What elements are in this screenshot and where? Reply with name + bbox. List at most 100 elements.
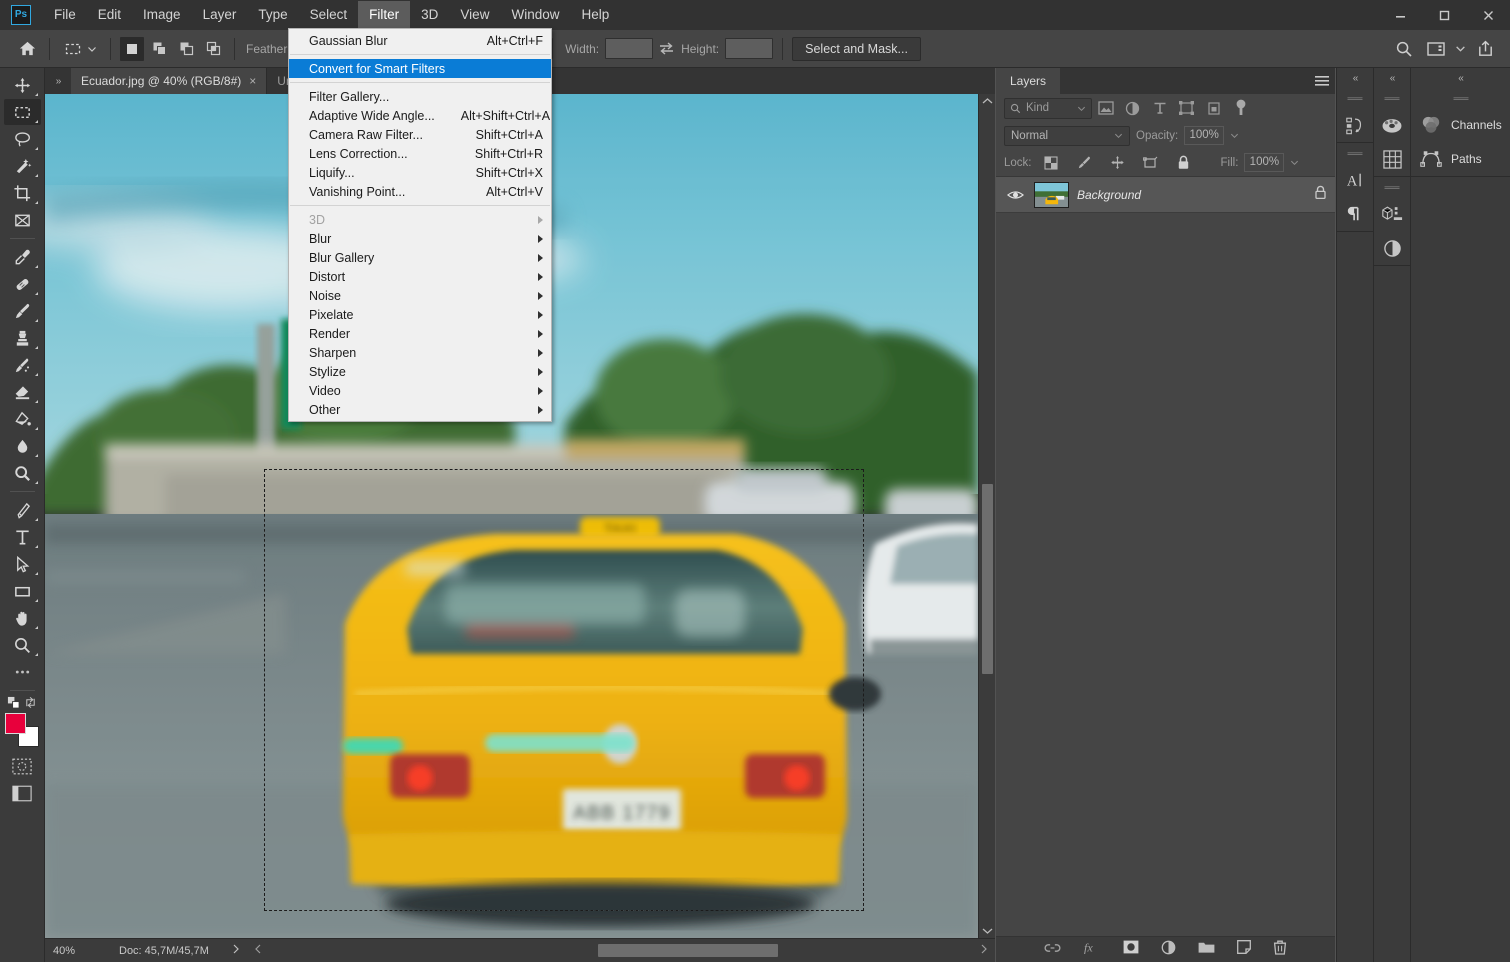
menu-image[interactable]: Image — [132, 1, 192, 30]
screen-mode-icon[interactable] — [4, 780, 41, 806]
quick-mask-icon[interactable] — [4, 753, 41, 779]
menu-item-3d[interactable]: 3D — [289, 210, 551, 229]
rail-grip[interactable] — [1337, 143, 1373, 163]
menu-item-distort[interactable]: Distort — [289, 267, 551, 286]
intersect-with-selection-button[interactable] — [201, 37, 225, 61]
shape-layers-filter-icon[interactable] — [1173, 97, 1200, 119]
menu-item-stylize[interactable]: Stylize — [289, 362, 551, 381]
menu-filter[interactable]: Filter — [358, 0, 411, 30]
menu-item-lens-correction[interactable]: Lens Correction... Shift+Ctrl+R — [289, 144, 551, 163]
panel-menu-icon[interactable] — [1309, 68, 1335, 94]
menu-item-sharpen[interactable]: Sharpen — [289, 343, 551, 362]
close-button[interactable] — [1466, 0, 1510, 30]
tab-layers[interactable]: Layers — [996, 68, 1061, 94]
collapse-to-icons-icon[interactable]: « — [1411, 68, 1510, 88]
collapse-panel-icon[interactable]: » — [45, 68, 71, 94]
menu-item-blur[interactable]: Blur — [289, 229, 551, 248]
default-colors-icon[interactable] — [7, 696, 20, 709]
eraser-tool[interactable] — [4, 379, 41, 405]
menu-item-filter-gallery[interactable]: Filter Gallery... — [289, 87, 551, 106]
crop-tool[interactable] — [4, 180, 41, 206]
rectangle-tool[interactable] — [4, 578, 41, 604]
layer-visibility-eye-icon[interactable] — [1004, 189, 1026, 201]
menu-item-render[interactable]: Render — [289, 324, 551, 343]
tool-preset-picker[interactable] — [59, 39, 101, 59]
menu-select[interactable]: Select — [299, 1, 359, 30]
dodge-tool[interactable] — [4, 460, 41, 486]
adjustment-layers-filter-icon[interactable] — [1119, 97, 1146, 119]
fill-chevron-down-icon[interactable] — [1290, 158, 1299, 167]
lock-position-icon[interactable] — [1104, 152, 1131, 174]
gradient-tool[interactable] — [4, 406, 41, 432]
rail-item-channels[interactable]: Channels — [1411, 108, 1510, 142]
menu-item-blur-gallery[interactable]: Blur Gallery — [289, 248, 551, 267]
layer-style-fx-icon[interactable]: fx — [1083, 940, 1101, 959]
add-layer-mask-icon[interactable] — [1123, 940, 1139, 959]
chevron-down-icon[interactable] — [1455, 43, 1466, 54]
minimize-button[interactable] — [1378, 0, 1422, 30]
document-tab-ecuador[interactable]: Ecuador.jpg @ 40% (RGB/8#) × — [71, 68, 268, 94]
menu-item-pixelate[interactable]: Pixelate — [289, 305, 551, 324]
menu-layer[interactable]: Layer — [192, 1, 248, 30]
smart-object-filter-icon[interactable] — [1200, 97, 1227, 119]
magic-wand-tool[interactable] — [4, 153, 41, 179]
zoom-tool[interactable] — [4, 632, 41, 658]
new-adjustment-layer-icon[interactable] — [1161, 940, 1176, 960]
swap-colors-icon[interactable] — [24, 696, 37, 709]
menu-view[interactable]: View — [449, 1, 500, 30]
share-icon[interactable] — [1472, 36, 1498, 62]
canvas-vertical-scrollbar[interactable] — [978, 94, 995, 938]
collapse-to-icons-icon[interactable]: « — [1337, 68, 1373, 88]
layer-thumbnail[interactable] — [1034, 181, 1069, 208]
lock-image-pixels-icon[interactable] — [1071, 152, 1098, 174]
new-group-icon[interactable] — [1198, 941, 1215, 959]
menu-item-gaussian-blur[interactable]: Gaussian Blur Alt+Ctrl+F — [289, 31, 551, 50]
menu-type[interactable]: Type — [247, 1, 298, 30]
menu-item-other[interactable]: Other — [289, 400, 551, 419]
rectangular-marquee-selection[interactable] — [264, 469, 864, 911]
menu-file[interactable]: File — [43, 1, 87, 30]
scroll-up-arrow[interactable] — [979, 94, 995, 108]
type-tool[interactable] — [4, 524, 41, 550]
opacity-chevron-down-icon[interactable] — [1230, 131, 1239, 140]
layer-name[interactable]: Background — [1077, 188, 1141, 202]
type-layers-filter-icon[interactable] — [1146, 97, 1173, 119]
menu-item-liquify[interactable]: Liquify... Shift+Ctrl+X — [289, 163, 551, 182]
workspace-switcher-icon[interactable] — [1423, 36, 1449, 62]
status-collapse-icon[interactable] — [253, 942, 263, 960]
rail-grip[interactable] — [1411, 88, 1510, 108]
color-swatches-icon[interactable] — [1374, 108, 1410, 142]
menu-edit[interactable]: Edit — [87, 1, 132, 30]
swap-dimensions-icon[interactable] — [653, 36, 679, 62]
menu-item-noise[interactable]: Noise — [289, 286, 551, 305]
height-input[interactable] — [725, 38, 774, 59]
menu-help[interactable]: Help — [570, 1, 620, 30]
healing-brush-tool[interactable] — [4, 271, 41, 297]
blend-mode-select[interactable]: Normal — [1004, 125, 1130, 146]
lasso-tool[interactable] — [4, 126, 41, 152]
subtract-from-selection-button[interactable] — [174, 37, 198, 61]
zoom-level[interactable]: 40% — [45, 945, 97, 957]
rail-item-paths[interactable]: Paths — [1411, 142, 1510, 176]
menu-item-vanishing-point[interactable]: Vanishing Point... Alt+Ctrl+V — [289, 182, 551, 201]
delete-layer-icon[interactable] — [1273, 940, 1287, 960]
menu-item-convert-for-smart-filters[interactable]: Convert for Smart Filters — [289, 59, 551, 78]
move-tool[interactable] — [4, 72, 41, 98]
rail-grip[interactable] — [1337, 88, 1373, 108]
scroll-down-arrow[interactable] — [979, 924, 996, 938]
edit-toolbar-button[interactable] — [4, 659, 41, 685]
canvas-horizontal-scroll-thumb[interactable] — [598, 944, 778, 957]
clone-stamp-tool[interactable] — [4, 325, 41, 351]
add-to-selection-button[interactable] — [147, 37, 171, 61]
rectangular-marquee-tool[interactable] — [3, 99, 41, 125]
menu-item-adaptive-wide-angle[interactable]: Adaptive Wide Angle... Alt+Shift+Ctrl+A — [289, 106, 551, 125]
fill-input[interactable]: 100% — [1244, 153, 1285, 172]
history-icon[interactable] — [1337, 108, 1373, 142]
history-brush-tool[interactable] — [4, 352, 41, 378]
layer-filter-kind-select[interactable]: Kind — [1004, 97, 1092, 119]
lock-all-icon[interactable] — [1170, 152, 1197, 174]
new-layer-icon[interactable] — [1237, 940, 1251, 959]
filter-enable-toggle[interactable] — [1227, 97, 1254, 119]
collapse-to-icons-icon[interactable]: « — [1374, 68, 1410, 88]
h-scroll-right-arrow[interactable] — [979, 942, 995, 960]
